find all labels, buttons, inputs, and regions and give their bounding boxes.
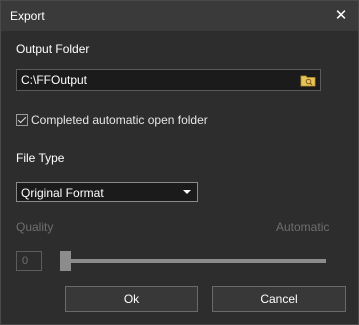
output-folder-input[interactable] bbox=[21, 72, 291, 88]
quality-mode-label: Automatic bbox=[276, 220, 330, 234]
file-type-selected-value: Qriginal Format bbox=[21, 186, 104, 200]
output-folder-label: Output Folder bbox=[16, 42, 90, 56]
file-type-select[interactable]: Qriginal Format bbox=[16, 182, 198, 202]
chevron-down-icon bbox=[183, 190, 191, 194]
auto-open-checkbox[interactable] bbox=[16, 114, 28, 126]
quality-label: Quality bbox=[16, 220, 54, 234]
file-type-label: File Type bbox=[16, 151, 65, 165]
cancel-button[interactable]: Cancel bbox=[212, 286, 346, 312]
title-bar: Export ✕ bbox=[1, 1, 358, 31]
auto-open-label: Completed automatic open folder bbox=[31, 113, 208, 127]
dialog-title: Export bbox=[10, 9, 45, 23]
quality-slider-track[interactable] bbox=[64, 259, 326, 263]
export-dialog: Export ✕ Output Folder Completed automat… bbox=[0, 0, 359, 325]
close-icon[interactable]: ✕ bbox=[334, 7, 348, 24]
ok-button[interactable]: Ok bbox=[65, 286, 198, 312]
folder-icon[interactable] bbox=[300, 73, 316, 87]
auto-open-checkbox-row[interactable]: Completed automatic open folder bbox=[16, 113, 208, 127]
quality-value-input[interactable] bbox=[17, 252, 41, 270]
quality-value-box[interactable] bbox=[16, 251, 42, 271]
output-folder-field[interactable] bbox=[16, 69, 321, 91]
quality-slider-thumb[interactable] bbox=[60, 251, 71, 271]
